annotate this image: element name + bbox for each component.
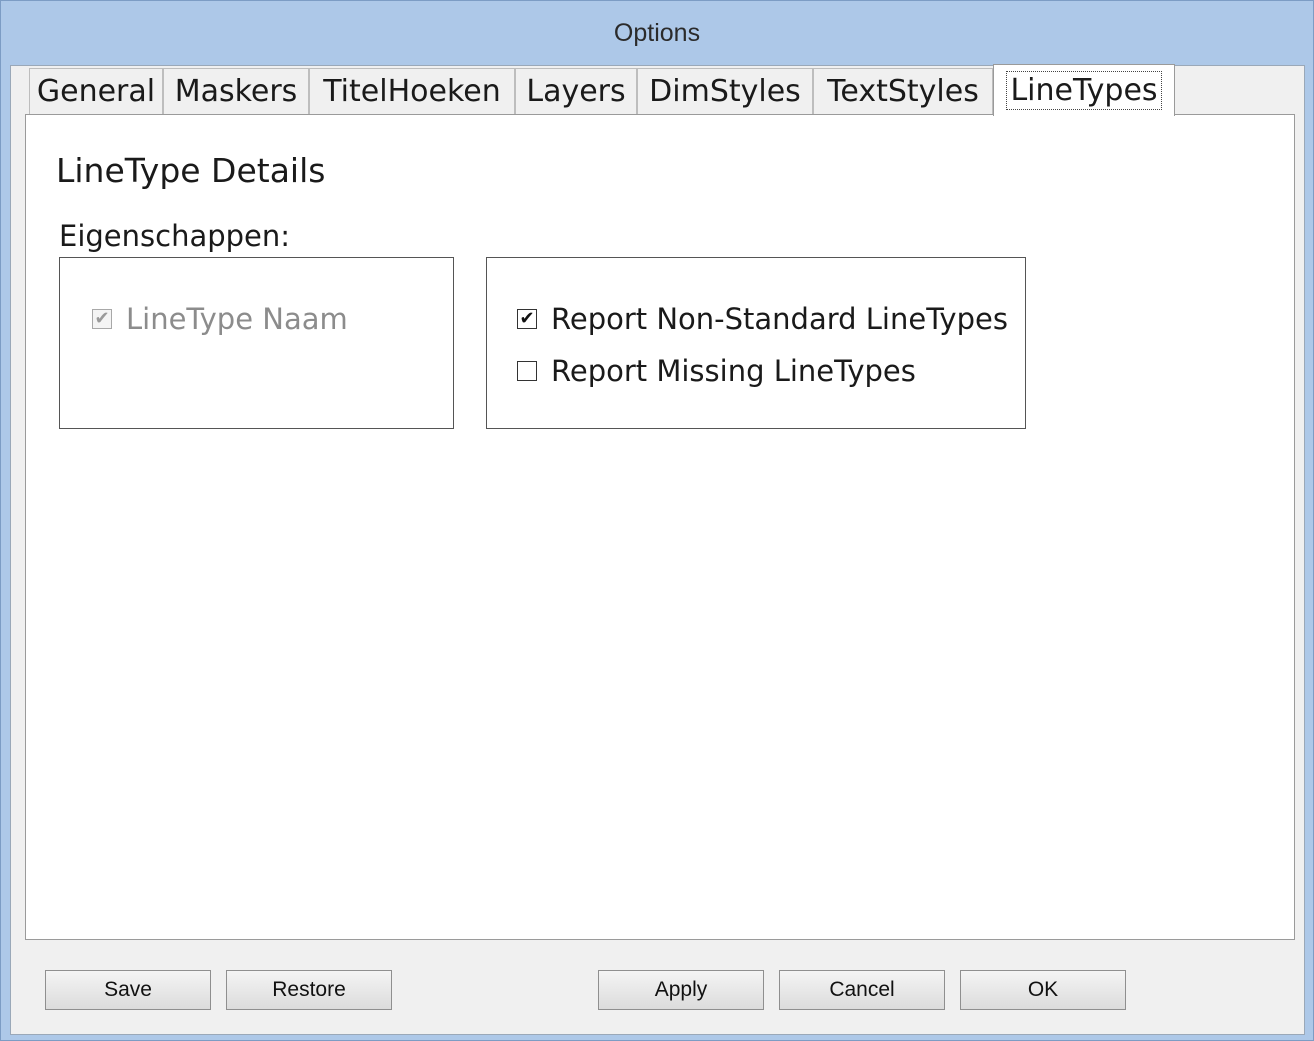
cancel-button[interactable]: Cancel: [779, 970, 945, 1010]
checkbox-checked-icon: ✔: [92, 309, 112, 329]
page-title: LineType Details: [56, 151, 326, 190]
linetype-name-group: ✔ LineType Naam: [59, 257, 454, 429]
linetypes-tab-panel: LineType Details Eigenschappen: ✔ LineTy…: [25, 114, 1295, 940]
report-missing-checkbox[interactable]: Report Missing LineTypes: [517, 354, 916, 388]
report-non-standard-checkbox[interactable]: ✔ Report Non-Standard LineTypes: [517, 302, 1008, 336]
tab-label: LineTypes: [1006, 71, 1162, 110]
report-missing-label: Report Missing LineTypes: [551, 354, 916, 388]
restore-button[interactable]: Restore: [226, 970, 392, 1010]
properties-label: Eigenschappen:: [59, 219, 291, 253]
tab-label: TitelHoeken: [323, 74, 501, 109]
tab-textstyles[interactable]: TextStyles: [813, 68, 993, 114]
tab-general[interactable]: General: [29, 68, 163, 114]
tab-label: General: [36, 74, 156, 109]
apply-button[interactable]: Apply: [598, 970, 764, 1010]
title-bar[interactable]: Options: [1, 1, 1313, 65]
tab-linetypes[interactable]: LineTypes: [993, 64, 1175, 116]
tab-label: DimStyles: [649, 74, 801, 109]
tab-titelhoeken[interactable]: TitelHoeken: [309, 68, 515, 114]
checkbox-unchecked-icon[interactable]: [517, 361, 537, 381]
report-options-group: ✔ Report Non-Standard LineTypes Report M…: [486, 257, 1026, 429]
dialog-client-area: General Maskers TitelHoeken Layers DimSt…: [10, 64, 1305, 1035]
tab-label: TextStyles: [827, 74, 979, 109]
window-title: Options: [613, 18, 701, 47]
options-window: Options General Maskers TitelHoeken Laye…: [0, 0, 1314, 1041]
linetype-name-checkbox: ✔ LineType Naam: [92, 302, 348, 336]
tab-dimstyles[interactable]: DimStyles: [637, 68, 813, 114]
tab-label: Layers: [526, 74, 626, 109]
tab-maskers[interactable]: Maskers: [163, 68, 309, 114]
ok-button[interactable]: OK: [960, 970, 1126, 1010]
linetype-name-label: LineType Naam: [126, 302, 348, 336]
tab-label: Maskers: [174, 74, 298, 109]
checkbox-checked-icon[interactable]: ✔: [517, 309, 537, 329]
save-button[interactable]: Save: [45, 970, 211, 1010]
tab-layers[interactable]: Layers: [515, 68, 637, 114]
report-non-standard-label: Report Non-Standard LineTypes: [551, 302, 1008, 336]
